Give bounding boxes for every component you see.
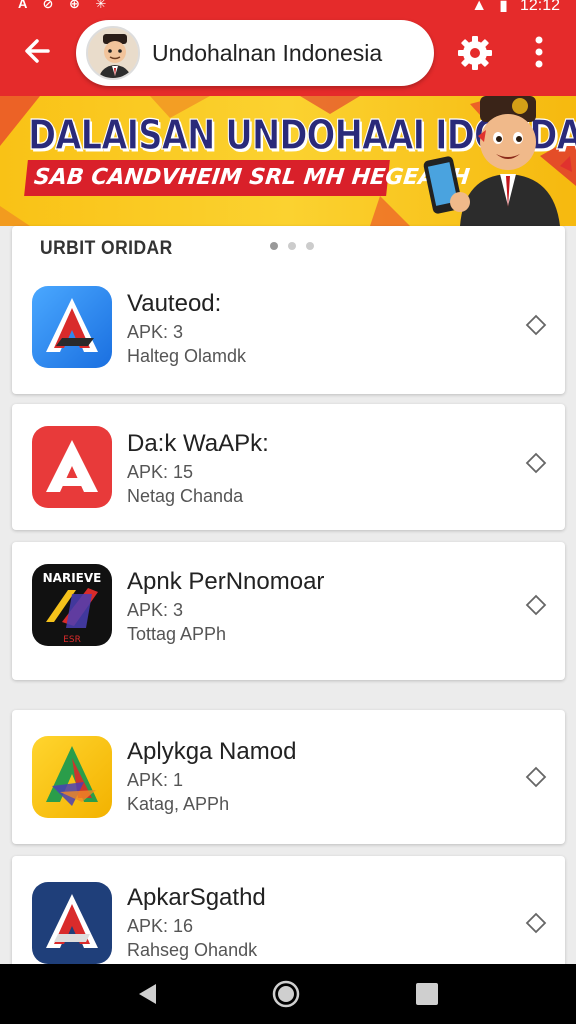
apkar-app-icon [32,882,112,964]
diamond-action-icon[interactable] [525,452,547,474]
list-item[interactable]: Da:k WaAPk: APK: 15 Netag Chanda [12,404,565,530]
list-item[interactable]: URBIT ORIDAR Vauteod: APK: 3 Halteg Olam… [12,226,565,394]
mascot-illustration [423,96,572,226]
nav-recents-icon[interactable] [416,983,438,1005]
diamond-action-icon[interactable] [525,766,547,788]
app-meta: Tottag APPh [127,624,227,644]
apnk-app-icon: NARIEVE ESR [32,564,112,646]
app-meta: Halteg Olamdk [127,346,247,366]
app-name: Apnk PerNnomoar [127,568,325,595]
apnk-icon-text: NARIEVE [43,571,102,585]
app-version: APK: 16 [127,916,194,936]
app-name: Da:k WaAPk: [127,430,269,457]
avatar[interactable] [86,26,140,80]
app-version: APK: 3 [127,322,184,342]
aplykga-app-icon [32,736,112,818]
apnk-icon-subtext: ESR [63,635,81,645]
promo-banner[interactable]: DALAISAN UNDOHAAI IDONDAN SAB CANDVHEIM … [0,96,576,226]
carousel-dot[interactable] [288,242,296,250]
vauteod-app-icon [32,286,112,368]
more-options-icon[interactable] [524,32,554,72]
diamond-action-icon[interactable] [525,594,547,616]
app-version: APK: 3 [127,600,184,620]
nav-home-icon[interactable] [272,980,300,1013]
settings-gear-icon[interactable] [456,34,494,72]
app-bar: Undohalnan Indonesia [0,12,576,96]
status-bar: A ⊘ ⊕ ✳ ▲ ▮ 12:12 [0,0,576,15]
carousel-dot[interactable] [306,242,314,250]
diamond-action-icon[interactable] [525,314,547,336]
app-version: APK: 1 [127,770,184,790]
app-version: APK: 15 [127,462,194,482]
app-meta: Rahseg Ohandk [127,940,258,960]
section-header: URBIT ORIDAR [40,238,173,259]
search-bar[interactable]: Undohalnan Indonesia [76,20,434,86]
dark-wa-app-icon [32,426,112,508]
list-item[interactable]: ApkarSgathd APK: 16 Rahseg Ohandk [12,856,565,976]
nav-back-icon[interactable] [136,982,160,1011]
list-item[interactable]: NARIEVE ESR Apnk PerNnomoar APK: 3 Totta… [12,542,565,680]
status-notification-icons: A ⊘ ⊕ ✳ [18,0,113,11]
diamond-action-icon[interactable] [525,912,547,934]
app-name: Vauteod: [127,290,222,317]
list-item[interactable]: Aplykga Namod APK: 1 Katag, APPh [12,710,565,844]
back-arrow-icon[interactable] [20,34,54,68]
app-list-content: URBIT ORIDAR Vauteod: APK: 3 Halteg Olam… [0,226,576,976]
app-meta: Netag Chanda [127,486,244,506]
carousel-dot[interactable] [270,242,278,250]
app-bar-title: Undohalnan Indonesia [152,40,383,66]
carousel-dots [270,242,314,250]
banner-subtitle: SAB CANDVHEIM SRL MH HEGEASH [24,160,471,196]
app-name: ApkarSgathd [127,884,266,911]
app-meta: Katag, APPh [127,794,230,814]
system-nav-bar [0,964,576,1024]
app-name: Aplykga Namod [127,738,297,765]
